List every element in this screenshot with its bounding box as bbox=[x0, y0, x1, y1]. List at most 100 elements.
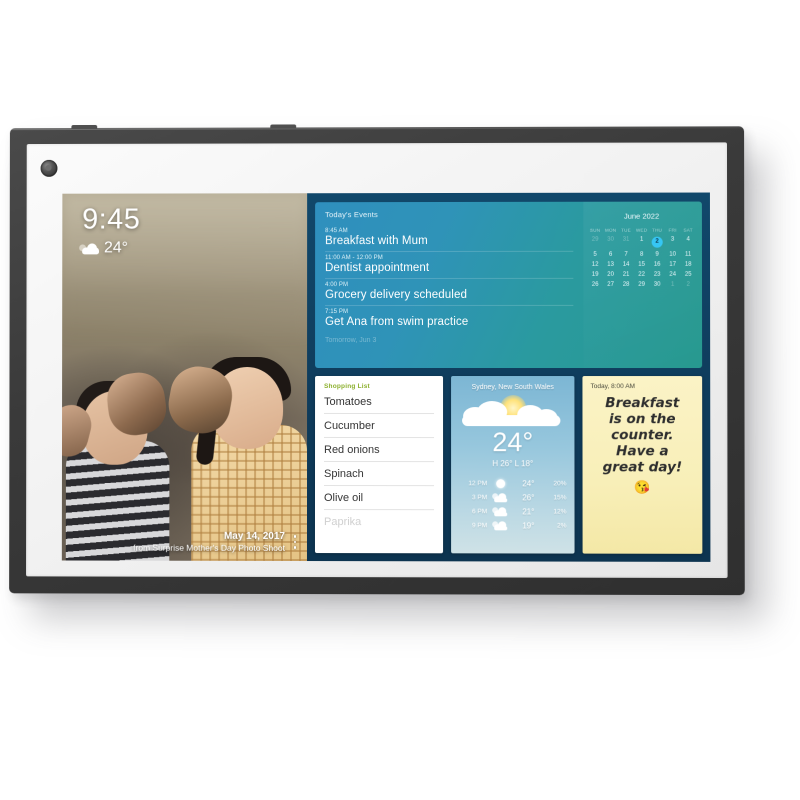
camera-icon bbox=[40, 159, 58, 177]
event-name: Breakfast with Mum bbox=[325, 235, 428, 248]
clock-time: 9:45 bbox=[82, 203, 141, 236]
sun-icon bbox=[487, 478, 513, 488]
weather-location: Sydney, New South Wales bbox=[471, 384, 554, 392]
calendar-day[interactable]: 1 bbox=[665, 282, 681, 288]
event-time: 11:00 AM - 12:00 PM bbox=[325, 255, 383, 262]
kebab-menu-icon[interactable] bbox=[289, 531, 301, 553]
weather-hour-temp: 21° bbox=[522, 506, 535, 516]
weather-temperature: 24° bbox=[492, 427, 534, 458]
calendar-day[interactable]: 7 bbox=[618, 252, 634, 258]
event-row[interactable]: 11:00 AM - 12:00 PM Dentist appointment bbox=[325, 251, 574, 280]
partly-cloudy-icon bbox=[79, 242, 100, 254]
list-item[interactable]: Red onions bbox=[324, 437, 435, 463]
calendar-day[interactable]: 31 bbox=[618, 237, 634, 248]
note-line: is on the bbox=[609, 411, 676, 428]
calendar-day[interactable]: 11 bbox=[680, 252, 696, 258]
weather-card[interactable]: Sydney, New South Wales 24° H 26° L 18° bbox=[451, 376, 575, 554]
calendar-day[interactable]: 22 bbox=[634, 272, 650, 278]
weather-hour-precip: 2% bbox=[557, 521, 567, 529]
calendar-day[interactable]: 27 bbox=[603, 282, 618, 288]
weather-high-low: H 26° L 18° bbox=[492, 459, 534, 469]
clock-temperature: 24° bbox=[103, 239, 129, 257]
cloud-icon bbox=[487, 492, 513, 502]
calendar-day[interactable]: 29 bbox=[587, 237, 602, 248]
calendar-day[interactable]: 30 bbox=[649, 282, 665, 288]
calendar-day[interactable]: 20 bbox=[603, 272, 618, 278]
display-bezel: 9:45 24° May 14, 2017 from Surprise Moth… bbox=[26, 142, 728, 579]
photo-caption: from Surprise Mother's Day Photo Shoot bbox=[133, 542, 286, 553]
calendar-day[interactable]: 26 bbox=[587, 282, 602, 288]
volume-button[interactable] bbox=[71, 124, 98, 130]
event-row[interactable]: 7:15 PM Get Ana from swim practice bbox=[325, 306, 573, 332]
calendar-day[interactable]: 29 bbox=[634, 282, 650, 288]
weather-hour-precip: 20% bbox=[553, 479, 567, 487]
calendar-day[interactable]: 21 bbox=[618, 272, 634, 278]
sticky-note-card[interactable]: Today, 8:00 AM Breakfast is on the count… bbox=[582, 376, 703, 554]
photo-pane[interactable]: 9:45 24° May 14, 2017 from Surprise Moth… bbox=[61, 193, 308, 562]
weather-hour-temp: 19° bbox=[522, 520, 535, 530]
events-next-day: Tomorrow, Jun 3 bbox=[325, 337, 377, 345]
weather-hour-row: 3 PM 26° 15% bbox=[457, 490, 568, 504]
list-item[interactable]: Spinach bbox=[323, 461, 435, 487]
list-item[interactable]: Cucumber bbox=[324, 413, 435, 439]
note-line: great day! bbox=[602, 458, 683, 476]
cloud-icon bbox=[487, 506, 513, 516]
list-item[interactable]: Tomatoes bbox=[324, 389, 435, 415]
event-name: Dentist appointment bbox=[325, 261, 430, 275]
weather-hour-precip: 12% bbox=[553, 507, 567, 515]
list-item[interactable]: Olive oil bbox=[323, 485, 435, 511]
calendar-dow: SUN bbox=[589, 227, 601, 233]
calendar-day[interactable]: 25 bbox=[680, 272, 696, 278]
list-item[interactable]: Paprika bbox=[324, 510, 434, 533]
calendar-day[interactable]: 15 bbox=[634, 262, 650, 268]
calendar-day[interactable]: 5 bbox=[587, 252, 602, 258]
calendar-day[interactable]: 9 bbox=[649, 252, 665, 258]
calendar-day-today[interactable]: 2 bbox=[649, 236, 665, 248]
weather-hour-temp: 26° bbox=[522, 492, 535, 502]
calendar-dow: TUE bbox=[621, 227, 631, 233]
weather-hourly-list: 12 PM 24° 20% 3 PM 26° 15% 6 PM 21° 12% … bbox=[457, 476, 568, 532]
events-list: Today's Events 8:45 AM Breakfast with Mu… bbox=[315, 202, 583, 368]
clock-overlay: 9:45 24° bbox=[79, 203, 141, 258]
widget-bottom-row: Shopping List Tomatoes Cucumber Red onio… bbox=[314, 375, 703, 554]
calendar-day[interactable]: 12 bbox=[587, 262, 602, 268]
calendar-day[interactable]: 4 bbox=[680, 237, 696, 248]
calendar-day[interactable]: 18 bbox=[680, 262, 696, 268]
calendar-dow: SAT bbox=[683, 227, 693, 233]
events-card[interactable]: Today's Events 8:45 AM Breakfast with Mu… bbox=[315, 201, 703, 369]
calendar-day[interactable]: 30 bbox=[603, 237, 619, 248]
calendar-day[interactable]: 16 bbox=[649, 262, 665, 268]
calendar-grid: SUN MON TUE WED THU FRI SAT 29 30 31 1 2 3 4 5 6 7 8 9 10 11… bbox=[587, 228, 696, 288]
display-screen: 9:45 24° May 14, 2017 from Surprise Moth… bbox=[61, 192, 711, 562]
event-row[interactable]: 8:45 AM Breakfast with Mum bbox=[325, 224, 574, 253]
calendar-day[interactable]: 28 bbox=[618, 282, 634, 288]
weather-hour-precip: 15% bbox=[553, 493, 567, 501]
calendar-day[interactable]: 13 bbox=[603, 262, 618, 268]
calendar-day[interactable]: 2 bbox=[680, 282, 696, 288]
calendar-day[interactable]: 19 bbox=[587, 272, 602, 278]
mic-mute-button[interactable] bbox=[270, 124, 297, 129]
calendar-day[interactable]: 3 bbox=[665, 237, 681, 248]
photo-metadata: May 14, 2017 from Surprise Mother's Day … bbox=[133, 531, 285, 553]
calendar-day[interactable]: 14 bbox=[618, 262, 634, 268]
calendar-day[interactable]: 17 bbox=[665, 262, 681, 268]
event-row[interactable]: 4:00 PM Grocery delivery scheduled bbox=[325, 278, 574, 307]
calendar-widget[interactable]: June 2022 SUN MON TUE WED THU FRI SAT 29 30 31 1 2 3… bbox=[583, 201, 703, 369]
weather-hour: 3 PM bbox=[471, 493, 488, 501]
calendar-month-title: June 2022 bbox=[623, 211, 660, 221]
calendar-day[interactable]: 10 bbox=[665, 252, 681, 258]
calendar-day[interactable]: 6 bbox=[603, 252, 618, 258]
calendar-day[interactable]: 24 bbox=[665, 272, 681, 278]
note-text: Breakfast is on the counter. Have a grea… bbox=[590, 395, 694, 476]
note-line: Have a bbox=[616, 443, 669, 460]
photo-child-right bbox=[164, 325, 308, 562]
calendar-day[interactable]: 1 bbox=[634, 237, 650, 248]
calendar-day[interactable]: 8 bbox=[634, 252, 650, 258]
weather-hour: 9 PM bbox=[471, 521, 488, 529]
sun-behind-cloud-icon bbox=[457, 393, 568, 431]
shopping-list-card[interactable]: Shopping List Tomatoes Cucumber Red onio… bbox=[314, 375, 444, 554]
frame-highlight bbox=[9, 126, 745, 131]
calendar-day[interactable]: 23 bbox=[649, 272, 665, 278]
calendar-dow: FRI bbox=[668, 227, 677, 233]
weather-hour-row: 6 PM 21° 12% bbox=[457, 504, 568, 518]
